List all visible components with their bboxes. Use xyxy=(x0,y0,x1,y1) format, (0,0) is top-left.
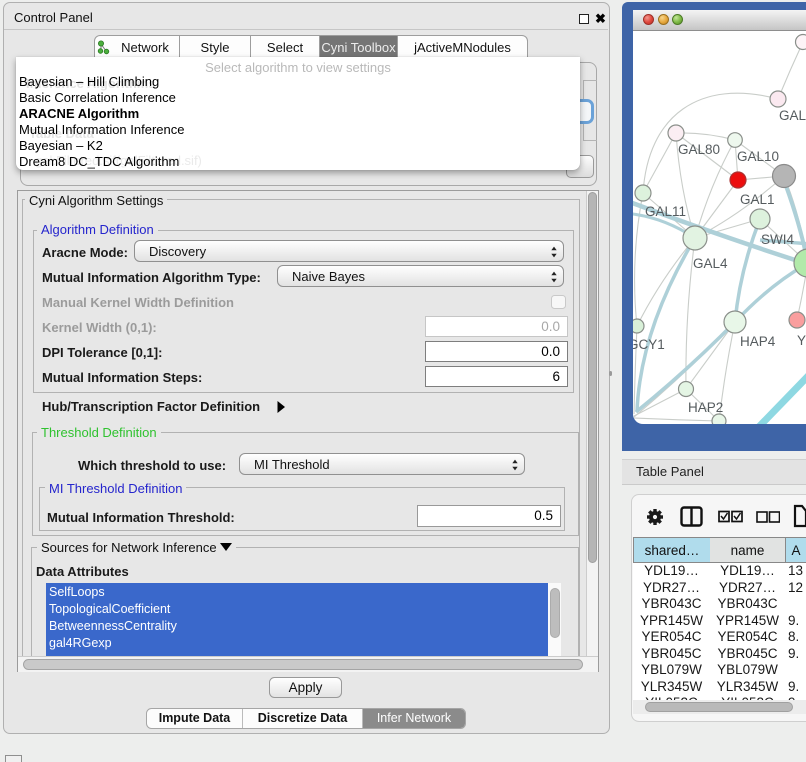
svg-text:HAP4: HAP4 xyxy=(740,334,776,349)
svg-text:GAL1: GAL1 xyxy=(740,192,775,207)
svg-text:GCY1: GCY1 xyxy=(633,337,665,352)
svg-text:GAL10: GAL10 xyxy=(737,149,779,164)
svg-text:Y: Y xyxy=(797,333,806,348)
svg-text:GAL11: GAL11 xyxy=(645,204,686,219)
svg-text:GAL7: GAL7 xyxy=(779,108,806,123)
svg-text:GAL4: GAL4 xyxy=(693,256,728,271)
svg-text:GAL80: GAL80 xyxy=(678,142,720,157)
svg-text:HAP2: HAP2 xyxy=(688,400,723,415)
svg-text:SWI4: SWI4 xyxy=(761,232,794,247)
